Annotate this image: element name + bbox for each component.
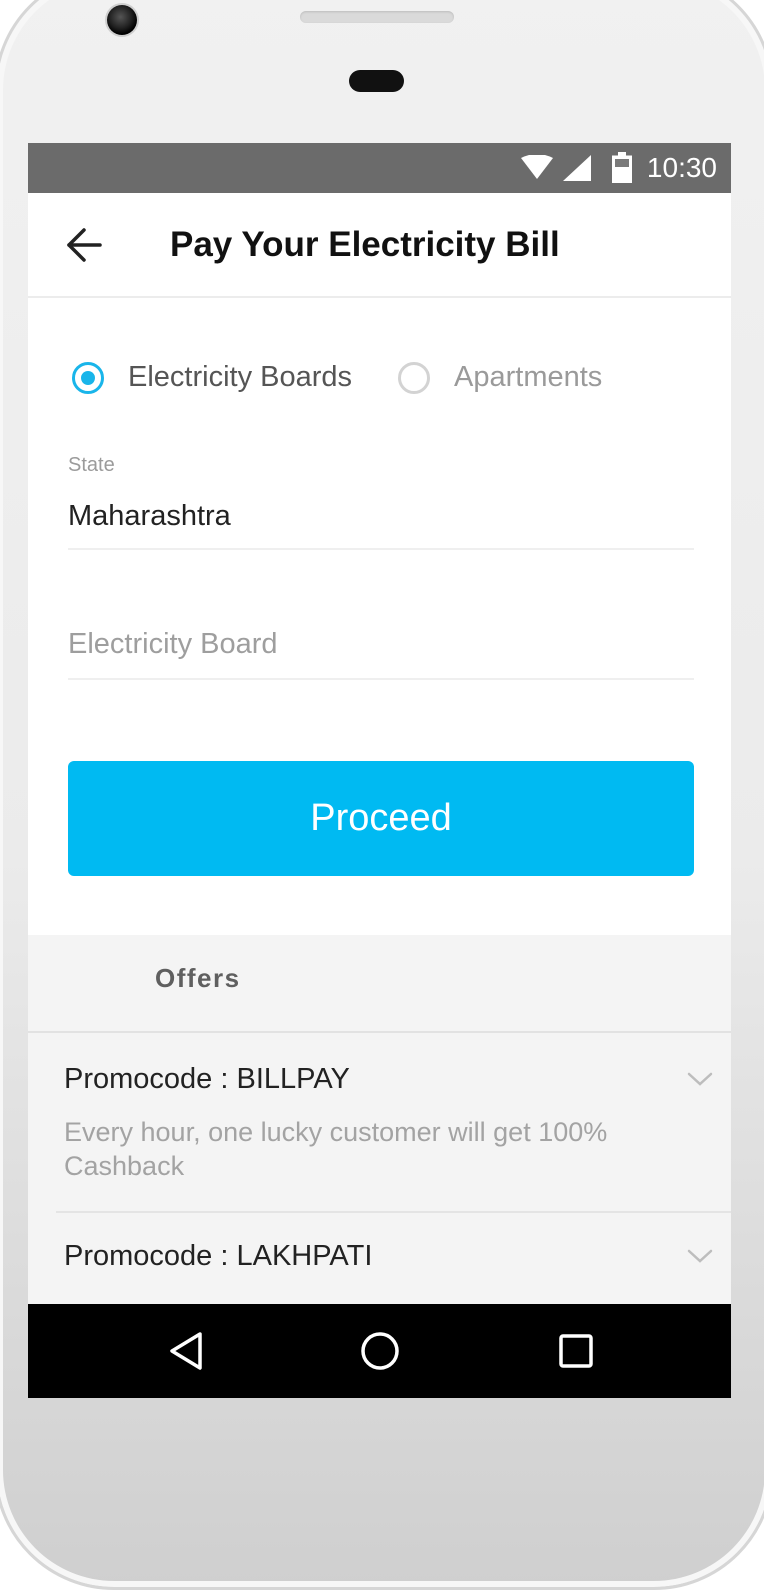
state-field-label: State [68, 454, 115, 476]
radio-unselected-icon[interactable] [398, 361, 431, 394]
home-circle-icon [361, 1332, 399, 1370]
chevron-down-icon[interactable] [687, 1071, 713, 1087]
chevron-down-icon[interactable] [687, 1248, 713, 1264]
radio-selected-icon[interactable] [72, 361, 104, 394]
status-time: 10:30 [646, 152, 717, 183]
status-bar: 10:30 [28, 143, 731, 193]
status-icons: 10:30 [520, 143, 717, 193]
earpiece-speaker [300, 11, 454, 23]
system-navigation-bar [28, 1304, 731, 1398]
promo-code: Promocode : LAKHPATI [64, 1240, 373, 1272]
nav-back-button[interactable] [148, 1304, 224, 1398]
proximity-sensor [349, 70, 404, 92]
nav-recents-button[interactable] [538, 1304, 614, 1398]
page-title: Pay Your Electricity Bill [170, 225, 560, 264]
electricity-board-field[interactable]: Electricity Board [68, 628, 278, 661]
phone-screen: 10:30 Pay Your Electricity Bill Electric… [28, 143, 731, 1398]
battery-icon [611, 152, 632, 183]
nav-home-button[interactable] [342, 1304, 418, 1398]
electricity-board-underline [68, 678, 694, 680]
state-field-underline [68, 548, 694, 550]
promo-description: Every hour, one lucky customer will get … [64, 1117, 608, 1181]
promo-code: Promocode : BILLPAY [64, 1063, 350, 1095]
radio-label-apartments: Apartments [454, 361, 603, 393]
cellular-signal-icon [562, 155, 591, 181]
promo-item-billpay[interactable]: Promocode : BILLPAY Every hour, one luck… [28, 1035, 731, 1211]
bill-type-radio-group: Electricity Boards Apartments [72, 361, 602, 394]
radio-apartments[interactable]: Apartments [398, 361, 602, 394]
proceed-button[interactable]: Proceed [68, 761, 694, 876]
offers-header: Offers [28, 935, 731, 1033]
back-triangle-icon [170, 1332, 202, 1370]
radio-label-electricity-boards: Electricity Boards [128, 361, 353, 393]
state-field[interactable]: Maharashtra [68, 500, 231, 533]
recents-square-icon [559, 1334, 593, 1368]
offers-title: Offers [155, 963, 241, 993]
radio-electricity-boards[interactable]: Electricity Boards [72, 361, 352, 394]
wifi-icon [520, 155, 553, 179]
app-bar: Pay Your Electricity Bill [28, 193, 731, 298]
front-camera [107, 5, 137, 35]
arrow-left-icon[interactable] [64, 223, 104, 267]
